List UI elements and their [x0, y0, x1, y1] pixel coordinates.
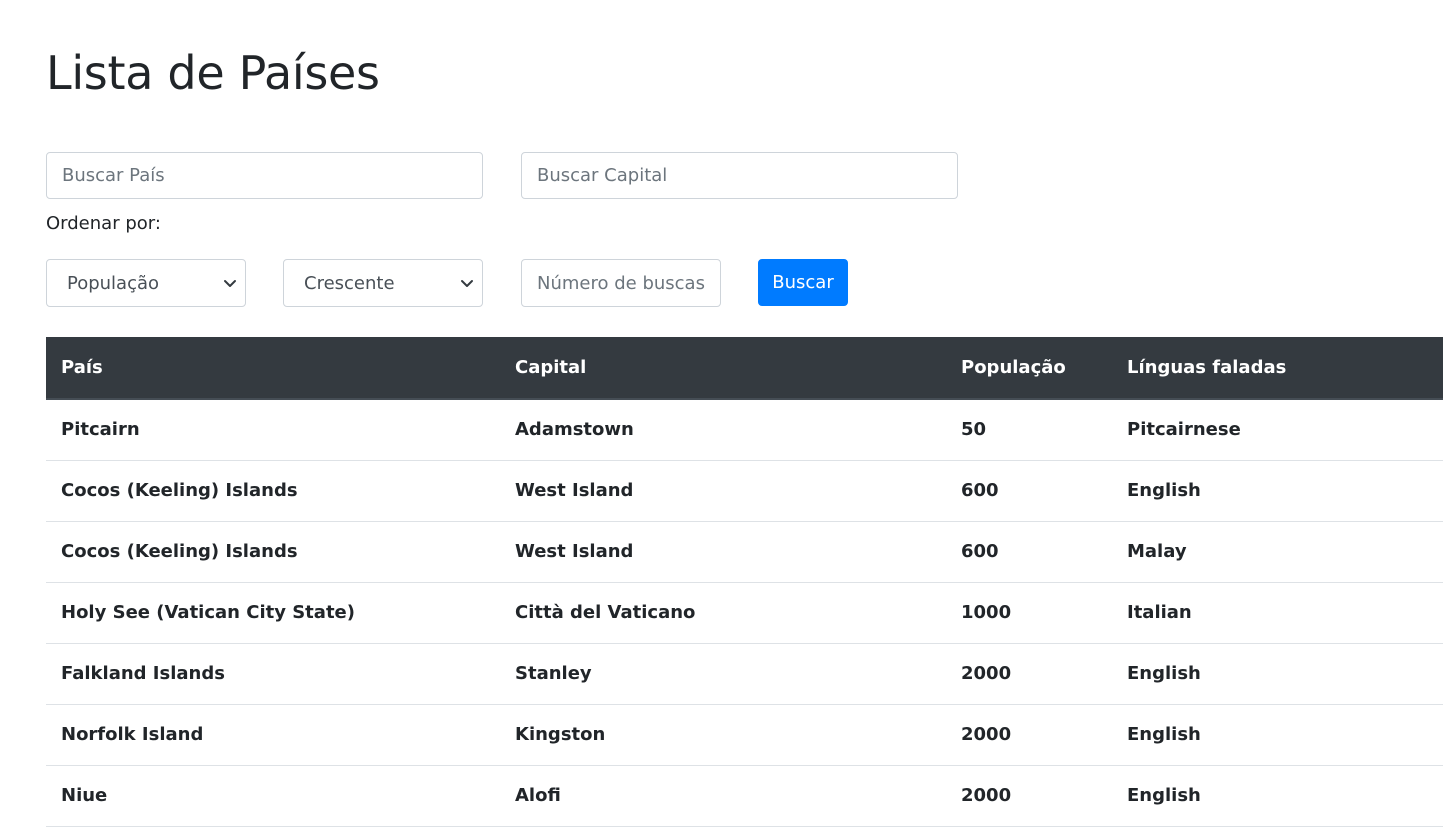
- table-row: Falkland Islands Stanley 2000 English: [46, 643, 1443, 705]
- order-direction-selected-value: Crescente: [304, 272, 395, 294]
- cell-languages: English: [1112, 460, 1443, 522]
- order-field-select[interactable]: População: [46, 259, 246, 307]
- cell-capital: West Island: [500, 460, 946, 522]
- table-row: Norfolk Island Kingston 2000 English: [46, 704, 1443, 766]
- cell-languages: English: [1112, 704, 1443, 766]
- table-row: Niue Alofi 2000 English: [46, 765, 1443, 827]
- chevron-down-icon: [224, 280, 236, 287]
- cell-capital: West Island: [500, 521, 946, 583]
- cell-population: 50: [946, 399, 1112, 461]
- table-row: Pitcairn Adamstown 50 Pitcairnese: [46, 399, 1443, 461]
- header-capital[interactable]: Capital: [500, 337, 946, 400]
- header-population[interactable]: População: [946, 337, 1112, 400]
- order-direction-select[interactable]: Crescente: [283, 259, 483, 307]
- cell-population: 1000: [946, 582, 1112, 644]
- cell-population: 2000: [946, 704, 1112, 766]
- header-country[interactable]: País: [46, 337, 500, 400]
- cell-country: Cocos (Keeling) Islands: [46, 521, 500, 583]
- table-row: Cocos (Keeling) Islands West Island 600 …: [46, 460, 1443, 522]
- cell-country: Pitcairn: [46, 399, 500, 461]
- cell-languages: Malay: [1112, 521, 1443, 583]
- cell-capital: Kingston: [500, 704, 946, 766]
- chevron-down-icon: [461, 280, 473, 287]
- cell-capital: Adamstown: [500, 399, 946, 461]
- cell-country: Norfolk Island: [46, 704, 500, 766]
- header-languages[interactable]: Línguas faladas: [1112, 337, 1443, 400]
- table-header-row: País Capital População Línguas faladas: [46, 337, 1443, 400]
- table-row: Cocos (Keeling) Islands West Island 600 …: [46, 521, 1443, 583]
- search-country-input[interactable]: [46, 152, 483, 199]
- cell-capital: Alofi: [500, 765, 946, 827]
- number-of-searches-input[interactable]: [521, 259, 721, 307]
- cell-languages: English: [1112, 643, 1443, 705]
- search-capital-input[interactable]: [521, 152, 958, 199]
- order-field-selected-value: População: [67, 272, 160, 294]
- cell-population: 2000: [946, 643, 1112, 705]
- cell-country: Niue: [46, 765, 500, 827]
- cell-population: 600: [946, 460, 1112, 522]
- cell-country: Holy See (Vatican City State): [46, 582, 500, 644]
- cell-languages: Pitcairnese: [1112, 399, 1443, 461]
- cell-capital: Città del Vaticano: [500, 582, 946, 644]
- cell-country: Cocos (Keeling) Islands: [46, 460, 500, 522]
- cell-country: Falkland Islands: [46, 643, 500, 705]
- cell-languages: English: [1112, 765, 1443, 827]
- search-button[interactable]: Buscar: [758, 259, 848, 306]
- table-row: Holy See (Vatican City State) Città del …: [46, 582, 1443, 644]
- page-title: Lista de Países: [46, 46, 380, 100]
- countries-table: País Capital População Línguas faladas P…: [46, 337, 1443, 827]
- cell-population: 600: [946, 521, 1112, 583]
- cell-capital: Stanley: [500, 643, 946, 705]
- order-by-label: Ordenar por:: [46, 213, 161, 234]
- cell-languages: Italian: [1112, 582, 1443, 644]
- cell-population: 2000: [946, 765, 1112, 827]
